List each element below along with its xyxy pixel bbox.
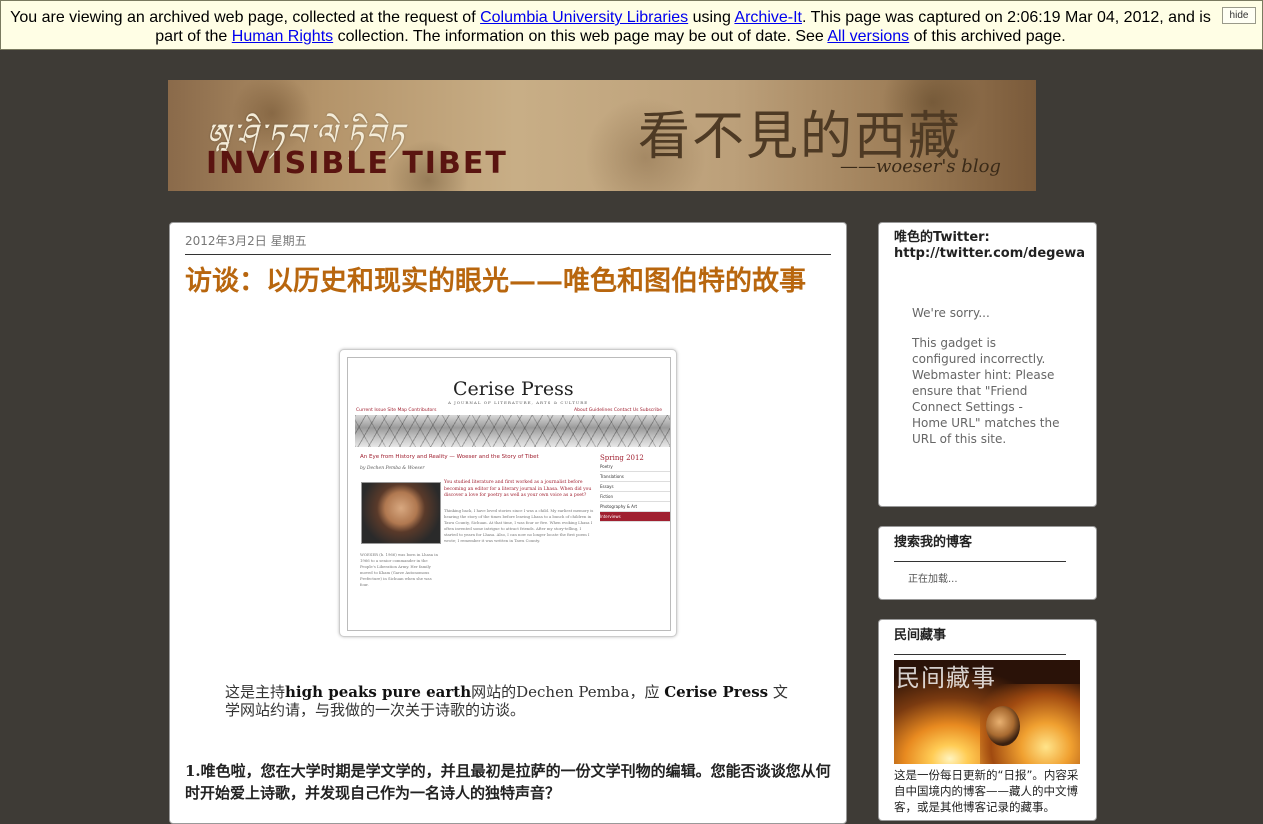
cerise-press-logo: Cerise Press xyxy=(453,378,574,400)
human-rights-link[interactable]: Human Rights xyxy=(232,28,333,45)
twitter-gadget-title: 唯色的Twitter: http://twitter.com/degewa xyxy=(894,230,1086,261)
gadget-error-message: This gadget is configured incorrectly. W… xyxy=(912,336,1060,446)
screenshot-nav-right: About Guidelines Contact Us Subscribe xyxy=(574,408,662,413)
banner-text-2: using xyxy=(688,9,735,26)
post-image[interactable]: Cerise Press A JOURNAL OF LITERATURE, AR… xyxy=(339,349,677,637)
columbia-libraries-link[interactable]: Columbia University Libraries xyxy=(480,9,688,26)
archive-it-link[interactable]: Archive-It xyxy=(734,9,802,26)
screenshot-sidebar: Spring 2012 Poetry Translations Essays F… xyxy=(600,454,670,522)
blog-header-banner[interactable]: ཨཱ་ཤི་ཏབ་ལེ་ཏིབེཏ INVISIBLE TIBET 看不見的西藏… xyxy=(168,80,1036,191)
blog-search-gadget: 搜索我的博客 正在加载... xyxy=(878,526,1097,600)
screenshot-question: You studied literature and first worked … xyxy=(444,480,592,498)
twitter-gadget: 唯色的Twitter: http://twitter.com/degewa We… xyxy=(878,222,1097,507)
search-gadget-divider xyxy=(894,561,1066,562)
minjian-image-face xyxy=(986,706,1020,746)
screenshot-sidebar-item-selected: Interviews xyxy=(600,512,670,522)
post-title[interactable]: 访谈：以历史和现实的眼光——唯色和图伯特的故事 xyxy=(185,265,831,299)
screenshot-issue: Spring 2012 xyxy=(600,454,644,462)
gadget-sorry-text: We're sorry... xyxy=(912,306,990,320)
intro-bold-cerise: Cerise Press xyxy=(664,683,769,701)
cerise-press-tagline: A JOURNAL OF LITERATURE, ARTS & CULTURE xyxy=(448,400,589,405)
minjian-gadget-title: 民间藏事 xyxy=(894,628,947,643)
header-signature: ——woeser's blog xyxy=(840,156,1001,177)
screenshot-sidebar-item: Poetry xyxy=(600,462,670,472)
banner-text-1: You are viewing an archived web page, co… xyxy=(10,9,481,26)
header-english-title: INVISIBLE TIBET xyxy=(206,146,508,181)
hide-button[interactable]: hide xyxy=(1222,7,1256,24)
banner-text-4: collection. The information on this web … xyxy=(333,28,828,45)
search-gadget-title: 搜索我的博客 xyxy=(894,535,973,550)
post-intro: 这是主持high peaks pure earth网站的Dechen Pemba… xyxy=(225,683,795,719)
screenshot-article-title: An Eye from History and Reality — Woeser… xyxy=(360,454,539,460)
search-loading-text: 正在加载... xyxy=(908,574,958,585)
post-divider xyxy=(185,254,831,255)
minjian-gadget-divider xyxy=(894,654,1066,655)
screenshot-body-text: Thinking back, I have loved stories sinc… xyxy=(444,508,594,543)
screenshot-byline: by Dechen Pemba & Woeser xyxy=(360,466,425,471)
intro-bold-site: high peaks pure earth xyxy=(285,683,472,701)
intro-text-1: 这是主持 xyxy=(225,683,286,701)
screenshot-sidebar-item: Photography & Art xyxy=(600,502,670,512)
branches-banner-image xyxy=(355,415,670,447)
minjian-description: 这是一份每日更新的“日报”。内容采自中国境内的博客——藏人的中文博客，或是其他博… xyxy=(894,768,1079,814)
woeser-photo xyxy=(361,482,441,544)
archive-banner-text: You are viewing an archived web page, co… xyxy=(9,8,1212,46)
screenshot-sidebar-item: Essays xyxy=(600,482,670,492)
cerise-press-screenshot: Cerise Press A JOURNAL OF LITERATURE, AR… xyxy=(347,357,671,631)
interview-question-1: 1.唯色啦，您在大学时期是学文学的，并且最初是拉萨的一份文学刊物的编辑。您能否谈… xyxy=(185,762,831,802)
all-versions-link[interactable]: All versions xyxy=(827,28,909,45)
screenshot-sidebar-item: Translations xyxy=(600,472,670,482)
intro-text-2: 网站的Dechen Pemba，应 xyxy=(471,683,665,701)
minjian-image[interactable]: 民间藏事 xyxy=(894,660,1080,764)
minjian-gadget: 民间藏事 民间藏事 这是一份每日更新的“日报”。内容采自中国境内的博客——藏人的… xyxy=(878,619,1097,821)
minjian-image-overlay-text: 民间藏事 xyxy=(896,664,996,692)
screenshot-nav-left: Current Issue Site Map Contributors xyxy=(356,408,437,413)
post-date: 2012年3月2日 星期五 xyxy=(185,234,307,248)
screenshot-sidebar-item: Fiction xyxy=(600,492,670,502)
archive-banner: You are viewing an archived web page, co… xyxy=(0,0,1263,50)
banner-text-5: of this archived page. xyxy=(909,28,1066,45)
screenshot-bio: WOESER (b. 1966) was born in Lhasa in 19… xyxy=(360,552,438,587)
blog-post: 2012年3月2日 星期五 访谈：以历史和现实的眼光——唯色和图伯特的故事 Ce… xyxy=(169,222,847,824)
